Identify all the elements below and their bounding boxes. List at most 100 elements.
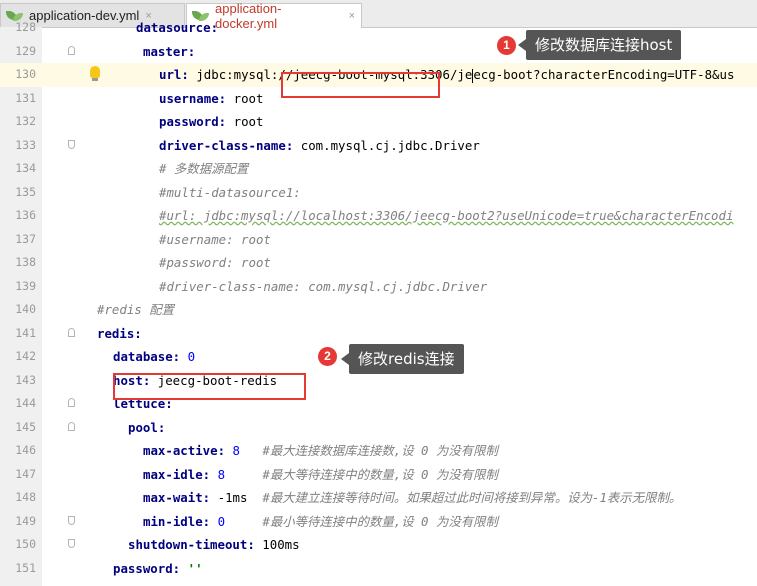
code-text: datasource:	[136, 16, 218, 40]
code-token: -1ms	[217, 490, 248, 505]
code-text: max-active: 8 #最大连接数据库连接数,设 0 为没有限制	[143, 439, 498, 463]
line-number: 143	[15, 372, 36, 387]
code-text: redis:	[97, 322, 142, 346]
line-number: 135	[15, 184, 36, 199]
highlight-mysql-host	[281, 72, 440, 98]
line-number: 144	[15, 396, 36, 410]
code-text: shutdown-timeout: 100ms	[128, 533, 300, 557]
fold-marker-icon[interactable]	[68, 398, 75, 407]
line-number: 140	[15, 302, 36, 316]
code-text: pool:	[128, 416, 165, 440]
annotation-badge-1: 1	[497, 36, 516, 55]
code-token: root	[233, 90, 264, 106]
code-line[interactable]: 140 #redis 配置	[0, 298, 757, 322]
code-token: ecg-boot?characterEncoding=UTF-8&us	[473, 67, 735, 82]
line-number: 145	[15, 419, 36, 434]
code-text: #multi-datasource1:	[159, 181, 301, 205]
fold-marker-icon[interactable]	[68, 45, 75, 55]
code-line[interactable]: 139 #driver-class-name: com.mysql.cj.jdbc…	[0, 275, 757, 299]
code-line[interactable]: 135 #multi-datasource1:	[0, 181, 757, 205]
annotation-badge-2: 2	[318, 347, 337, 366]
fold-marker-icon[interactable]	[68, 515, 75, 525]
code-text: #redis 配置	[97, 298, 174, 322]
code-line[interactable]: 150 shutdown-timeout: 100ms	[0, 533, 757, 557]
line-number: 142	[15, 349, 36, 363]
code-text: master:	[143, 40, 195, 64]
code-token: 8	[217, 466, 226, 482]
code-line[interactable]: 138 #password: root	[0, 251, 757, 275]
fold-marker-icon[interactable]	[68, 139, 75, 149]
code-line[interactable]: 134 # 多数据源配置	[0, 157, 757, 181]
code-token: 0	[217, 513, 226, 529]
code-token: database:	[113, 349, 188, 364]
line-number: 138	[15, 255, 36, 269]
code-text: username: root	[159, 87, 263, 111]
code-token: driver-class-name:	[159, 137, 301, 153]
line-number: 149	[15, 513, 36, 528]
line-number: 132	[15, 114, 36, 128]
code-token: #driver-class-name: com.mysql.cj.jdbc.Dr…	[159, 278, 488, 294]
annotation-callout-2: 修改redis连接	[341, 344, 464, 374]
code-token: max-wait:	[143, 490, 218, 505]
line-number: 131	[15, 90, 36, 105]
code-token: 8	[232, 443, 240, 458]
code-text: max-wait: -1ms #最大建立连接等待时间。如果超过此时间将接到异常。…	[143, 486, 681, 510]
lightbulb-icon[interactable]	[90, 66, 100, 81]
code-line[interactable]: 151 password: ''	[0, 557, 757, 581]
code-text: password: root	[159, 110, 263, 134]
code-token: username:	[159, 90, 234, 106]
code-text: database: 0	[113, 345, 195, 369]
code-token: #username: root	[159, 231, 271, 247]
code-token: #redis 配置	[97, 302, 174, 317]
code-text: password: ''	[113, 557, 203, 581]
code-token: # 多数据源配置	[159, 161, 249, 176]
code-token: #url: jdbc:mysql://localhost:3306/jeecg-…	[159, 208, 734, 223]
code-editor[interactable]: 128 datasource: 129 master: 130 url: jdbc:mys…	[0, 20, 757, 586]
code-token: datasource:	[136, 20, 219, 35]
line-number: 129	[15, 43, 36, 58]
code-line[interactable]: 145 pool:	[0, 416, 757, 440]
code-line[interactable]: 132 password: root	[0, 110, 757, 134]
code-token: max-active:	[143, 443, 233, 458]
line-number: 148	[15, 490, 36, 504]
code-token: 0	[187, 349, 196, 364]
code-token: #最小等待连接中的数量,设 0 为没有限制	[225, 513, 498, 529]
code-token: #最大连接数据库连接数,设 0 为没有限制	[240, 443, 498, 458]
code-token: ''	[187, 560, 203, 576]
line-number: 151	[15, 560, 36, 575]
code-text: min-idle: 0 #最小等待连接中的数量,设 0 为没有限制	[143, 510, 498, 534]
code-token: master:	[143, 43, 196, 59]
code-token: max-idle:	[143, 466, 218, 482]
code-token: #最大建立连接等待时间。如果超过此时间将接到异常。设为-1表示无限制。	[247, 490, 682, 505]
code-text: #password: root	[159, 251, 271, 275]
line-number: 147	[15, 466, 36, 481]
code-token: #password: root	[159, 255, 271, 270]
code-token: min-idle:	[143, 513, 218, 529]
fold-marker-icon[interactable]	[68, 327, 75, 337]
code-token: redis:	[97, 325, 142, 341]
line-number: 150	[15, 537, 36, 551]
code-line[interactable]: 146 max-active: 8 #最大连接数据库连接数,设 0 为没有限制	[0, 439, 757, 463]
highlight-redis-host	[113, 373, 306, 400]
code-line[interactable]: 137 #username: root	[0, 228, 757, 252]
code-line[interactable]: 149 min-idle: 0 #最小等待连接中的数量,设 0 为没有限制	[0, 510, 757, 534]
code-line[interactable]: 147 max-idle: 8 #最大等待连接中的数量,设 0 为没有限制	[0, 463, 757, 487]
fold-marker-icon[interactable]	[68, 421, 75, 431]
code-token: com.mysql.cj.jdbc.Driver	[300, 137, 480, 153]
code-token: password:	[159, 114, 234, 129]
line-number: 141	[15, 325, 36, 340]
code-line[interactable]: 136 #url: jdbc:mysql://localhost:3306/jee…	[0, 204, 757, 228]
line-number: 139	[15, 278, 36, 293]
line-number: 137	[15, 231, 36, 246]
code-token: jdbc:mysql:	[196, 67, 279, 82]
code-text: #url: jdbc:mysql://localhost:3306/jeecg-…	[159, 204, 733, 228]
fold-marker-icon[interactable]	[68, 539, 75, 548]
code-line[interactable]: 148 max-wait: -1ms #最大建立连接等待时间。如果超过此时间将接到…	[0, 486, 757, 510]
code-line[interactable]: 133 driver-class-name: com.mysql.cj.jdbc.…	[0, 134, 757, 158]
code-token: pool:	[128, 419, 166, 435]
code-line[interactable]: 141 redis:	[0, 322, 757, 346]
code-token: #最大等待连接中的数量,设 0 为没有限制	[225, 466, 498, 482]
code-token: 100ms	[262, 537, 300, 552]
code-token: url:	[159, 67, 197, 82]
line-number: 134	[15, 161, 36, 175]
